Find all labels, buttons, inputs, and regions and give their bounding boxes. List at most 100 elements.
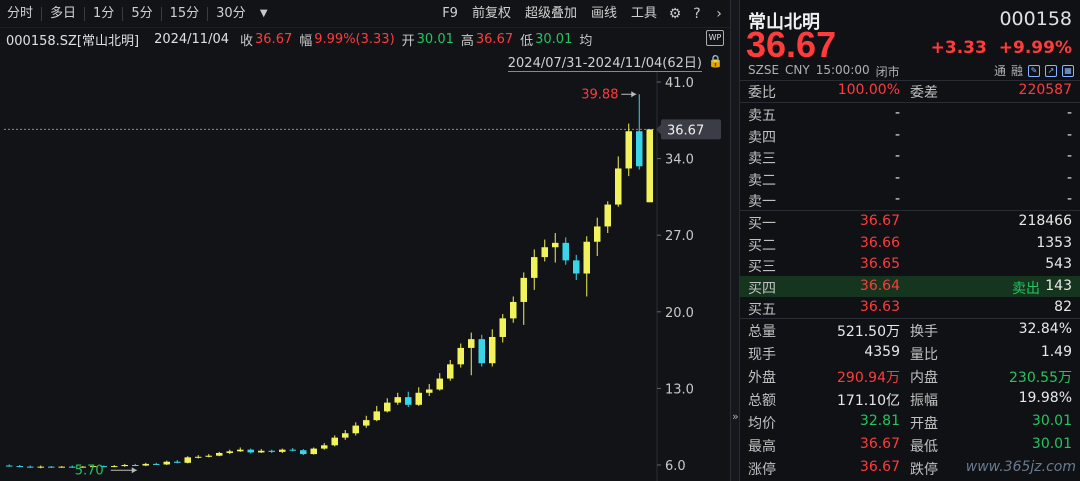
max-price-arrowhead xyxy=(631,91,637,98)
candle-body xyxy=(425,389,433,393)
flag-tong: 通 xyxy=(993,64,1006,78)
bid-level-row[interactable]: 买三 36.65 543 xyxy=(740,254,1080,275)
level-label: 买五 xyxy=(748,302,776,318)
candle-body xyxy=(247,449,255,453)
stat-value: 4359 xyxy=(864,344,900,360)
stat-row: 总量 521.50万 换手 32.84% xyxy=(740,319,1080,340)
candle-body xyxy=(58,466,66,468)
candlestick-chart[interactable]: 41.0 34.0 27.0 20.0 13.0 6.0 36.67 39.88 5.70 xyxy=(0,72,730,481)
level-price: 36.67 xyxy=(859,213,900,229)
change-label: 幅 xyxy=(299,33,313,49)
level-label: 卖一 xyxy=(748,194,776,210)
tools-button[interactable]: 工具 xyxy=(624,0,664,28)
stat-value: 19.98% xyxy=(1018,390,1072,406)
candle-body xyxy=(16,466,24,468)
divider xyxy=(160,6,162,21)
candle-body xyxy=(614,168,622,205)
stat-row: 现手 4359 量比 1.49 xyxy=(740,342,1080,363)
candle-body xyxy=(373,411,381,421)
date-range[interactable]: 2024/07/31-2024/11/04(62日) xyxy=(507,52,702,72)
bid-level-row[interactable]: 买一 36.67 218466 xyxy=(740,211,1080,232)
market-status: 闭市 xyxy=(875,65,900,79)
candle-body xyxy=(299,450,307,455)
flag-rong: 融 xyxy=(1010,64,1023,78)
candle-body xyxy=(572,260,580,274)
bid-level-row[interactable]: 买四 36.64 卖出 143 xyxy=(740,275,1080,297)
candle-body xyxy=(562,242,570,261)
level-price: - xyxy=(894,126,900,143)
candle-body xyxy=(635,131,643,167)
period-tab-multiday[interactable]: 多日 xyxy=(43,0,83,28)
y-tick-label: 34.0 xyxy=(665,153,694,168)
weicha-label: 委差 xyxy=(910,85,938,101)
wp-icon[interactable]: WP xyxy=(706,30,724,46)
stat-label: 外盘 xyxy=(748,370,776,386)
ask-level-row[interactable]: 卖三 - - xyxy=(740,146,1080,167)
panel-divider[interactable] xyxy=(730,0,740,481)
candle-body xyxy=(226,451,234,453)
period-tab-30min[interactable]: 30分 xyxy=(209,0,253,28)
gear-icon[interactable]: ⚙ xyxy=(664,0,686,28)
level-volume: - xyxy=(1066,169,1072,186)
quote-time: 15:00:00 xyxy=(815,63,870,77)
period-dropdown-icon[interactable]: ▼ xyxy=(253,0,275,28)
help-icon[interactable]: ? xyxy=(686,0,708,28)
level-label: 买一 xyxy=(748,216,776,232)
period-tab-15min[interactable]: 15分 xyxy=(163,0,207,28)
adjust-button[interactable]: 前复权 xyxy=(465,0,518,28)
y-tick-label: 13.0 xyxy=(665,382,694,397)
ask-level-row[interactable]: 卖五 - - xyxy=(740,103,1080,124)
level-label: 卖五 xyxy=(748,108,776,124)
stat-value: 171.10亿 xyxy=(837,393,900,409)
open-label: 开 xyxy=(401,33,415,49)
candle-body xyxy=(47,466,55,468)
candle-body xyxy=(551,242,559,248)
candle-body xyxy=(478,339,486,364)
chevron-right-icon[interactable]: › xyxy=(708,0,730,28)
candle-body xyxy=(362,420,370,426)
candle-body xyxy=(341,433,349,438)
candle-body xyxy=(268,450,276,452)
candle-body xyxy=(184,457,192,463)
divider xyxy=(122,6,124,21)
lock-icon[interactable]: 🔒 xyxy=(708,54,723,68)
edit-icon[interactable]: ✎ xyxy=(1028,64,1040,77)
level-volume: - xyxy=(1066,148,1072,164)
info-bar: 000158.SZ[常山北明] 2024/11/04 收 36.67 幅 9.9… xyxy=(0,28,730,50)
ask-level-row[interactable]: 卖一 - - xyxy=(740,189,1080,210)
period-tab-1min[interactable]: 1分 xyxy=(86,0,121,28)
market-info: SZSE CNY 15:00:00 闭市 xyxy=(748,63,900,80)
min-price-label: 5.70 xyxy=(75,463,104,478)
bar-date: 2024/11/04 xyxy=(154,31,229,47)
level-price: - xyxy=(894,148,900,164)
stat-value: 32.81 xyxy=(859,413,900,429)
candle-body xyxy=(646,129,654,203)
change-percent: +9.99% xyxy=(998,38,1072,58)
bid-level-row[interactable]: 买五 36.63 82 xyxy=(740,297,1080,318)
period-tab-fenshi[interactable]: 分时 xyxy=(0,0,40,28)
order-ratio-row: 委比 100.00% 委差 220587 xyxy=(740,80,1080,101)
candle-body xyxy=(352,425,360,434)
stock-code-name: 000158.SZ[常山北明] xyxy=(6,33,140,49)
stat-value: 230.55万 xyxy=(1009,370,1072,386)
ask-level-row[interactable]: 卖四 - - xyxy=(740,125,1080,146)
f9-button[interactable]: F9 xyxy=(435,0,465,28)
stat-label: 量比 xyxy=(910,347,938,363)
high-value: 36.67 xyxy=(475,31,514,47)
candle-body xyxy=(110,466,118,468)
stat-value: 521.50万 xyxy=(837,324,900,340)
candle-body xyxy=(37,466,45,468)
level-volume: - xyxy=(1066,105,1072,121)
stat-value: 30.01 xyxy=(1031,436,1072,452)
expand-icon[interactable]: » xyxy=(732,410,739,423)
overlay-button[interactable]: 超级叠加 xyxy=(518,0,584,28)
bid-level-row[interactable]: 买二 36.66 1353 xyxy=(740,233,1080,254)
period-tab-5min[interactable]: 5分 xyxy=(124,0,159,28)
level-volume: 143 xyxy=(1045,277,1072,294)
grid-icon[interactable]: ▦ xyxy=(1062,64,1074,77)
stat-value: 30.01 xyxy=(1031,413,1072,429)
pin-icon[interactable]: ↗ xyxy=(1045,64,1057,77)
stat-row: 外盘 290.94万 内盘 230.55万 xyxy=(740,365,1080,386)
ask-level-row[interactable]: 卖二 - - xyxy=(740,168,1080,189)
draw-button[interactable]: 画线 xyxy=(584,0,624,28)
